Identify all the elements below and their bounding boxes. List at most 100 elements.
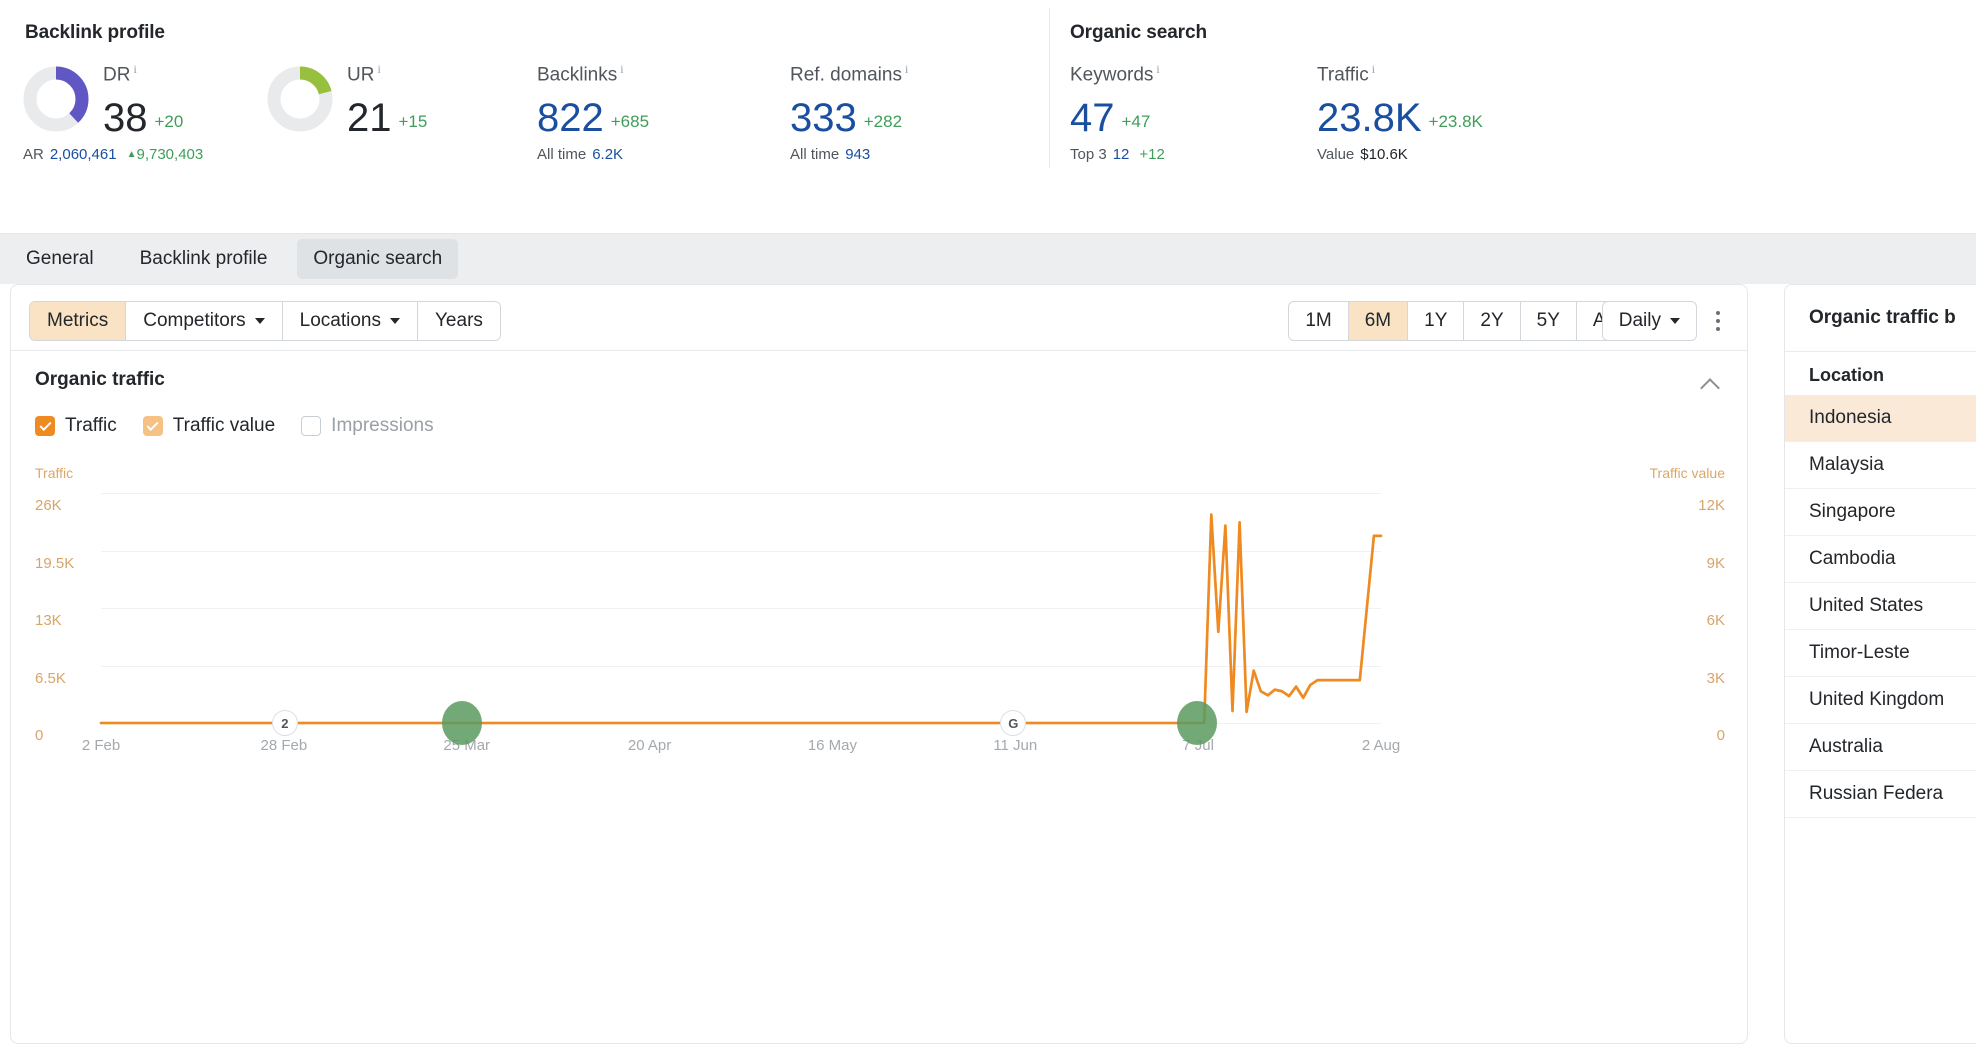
kebab-dot: [1716, 319, 1720, 323]
keywords-top3-row: Top 3 12 +12: [1070, 146, 1165, 163]
metric-keywords-label: Keywords i: [1070, 62, 1160, 86]
toolbar-button-label: Years: [435, 310, 483, 331]
tab-general[interactable]: General: [10, 239, 110, 279]
location-row[interactable]: Timor-Leste: [1785, 630, 1976, 677]
google-update-badge[interactable]: G: [1000, 710, 1027, 736]
chevron-up-icon[interactable]: [1703, 377, 1719, 393]
panel-divider: [1049, 8, 1050, 168]
top3-growth: +12: [1139, 146, 1165, 163]
location-row[interactable]: Russian Federa: [1785, 771, 1976, 818]
ur-donut-chart: [267, 66, 333, 132]
section-tabs-bar: General Backlink profile Organic search: [0, 234, 1976, 284]
refdomains-alltime-label: All time: [790, 146, 840, 163]
checkbox-impressions[interactable]: [301, 416, 322, 436]
metric-ur-delta: +15: [398, 112, 428, 132]
toolbar-button-competitors[interactable]: Competitors: [126, 302, 283, 340]
toolbar-button-label: Competitors: [143, 310, 246, 331]
metric-dr-label: DR i: [103, 62, 137, 86]
metric-traffic-value-row: 23.8K +23.8K: [1317, 98, 1483, 138]
location-row[interactable]: Cambodia: [1785, 536, 1976, 583]
chart-header: Organic traffic: [11, 351, 1747, 411]
location-label: Australia: [1809, 736, 1883, 757]
top3-value[interactable]: 12: [1113, 146, 1130, 163]
location-label: Cambodia: [1809, 548, 1896, 569]
serp-feature-dot[interactable]: [1177, 701, 1218, 745]
metric-ur-value-row: 21 +15: [347, 98, 427, 138]
serp-feature-dot[interactable]: [441, 701, 482, 745]
location-row[interactable]: Indonesia: [1785, 395, 1976, 442]
info-icon[interactable]: i: [905, 62, 908, 77]
location-row[interactable]: Malaysia: [1785, 442, 1976, 489]
location-row[interactable]: Australia: [1785, 724, 1976, 771]
metric-traffic-label: Traffic i: [1317, 62, 1376, 86]
granularity-select[interactable]: Daily: [1601, 301, 1697, 341]
info-icon[interactable]: i: [620, 62, 623, 77]
ar-value[interactable]: 2,060,461: [50, 146, 117, 163]
checkbox-traffic[interactable]: [35, 416, 55, 436]
location-list: Indonesia Malaysia Singapore Cambodia United…: [1785, 395, 1976, 818]
location-label: United Kingdom: [1809, 689, 1945, 710]
metric-traffic-value[interactable]: 23.8K: [1317, 96, 1422, 140]
metric-dr-value: 38: [103, 96, 148, 141]
metric-ur: UR i 21 +15: [347, 62, 427, 138]
range-button-2y[interactable]: 2Y: [1464, 302, 1521, 340]
backlink-profile-title: Backlink profile: [25, 22, 165, 43]
check-icon: [38, 418, 52, 431]
x-tick-2-feb: 2 Feb: [81, 737, 121, 754]
location-label: Malaysia: [1809, 454, 1884, 475]
toolbar-button-label: Metrics: [47, 310, 109, 331]
metric-keywords-value-row: 47 +47: [1070, 98, 1160, 138]
info-icon[interactable]: i: [1156, 62, 1159, 77]
kebab-dot: [1716, 327, 1720, 331]
metric-ref-domains-value-row: 333 +282: [790, 98, 908, 138]
section-tabs: General Backlink profile Organic search: [10, 234, 472, 284]
toolbar-button-years[interactable]: Years: [418, 302, 500, 340]
checkbox-traffic-value[interactable]: [142, 416, 163, 436]
traffic-value-row: Value $10.6K: [1317, 146, 1408, 163]
metric-dr-delta: +20: [154, 112, 184, 132]
x-tick-11-jun: 11 Jun: [993, 737, 1038, 754]
metric-keywords-value[interactable]: 47: [1070, 96, 1115, 140]
refdomains-alltime-row: All time 943: [790, 146, 870, 163]
legend-item-impressions[interactable]: Impressions: [301, 415, 434, 437]
info-icon[interactable]: i: [133, 62, 136, 77]
metric-dr: DR i 38 +20: [103, 62, 183, 138]
chart-title: Organic traffic: [35, 369, 165, 390]
metric-backlinks-value[interactable]: 822: [537, 96, 604, 140]
backlinks-alltime-label: All time: [537, 146, 587, 163]
chevron-down-icon: [390, 318, 400, 324]
location-row[interactable]: United States: [1785, 583, 1976, 630]
range-button-1m[interactable]: 1M: [1289, 302, 1349, 340]
range-button-5y[interactable]: 5Y: [1521, 302, 1577, 340]
top3-label: Top 3: [1070, 146, 1107, 163]
kebab-dot: [1716, 311, 1720, 315]
info-icon[interactable]: i: [1372, 62, 1375, 77]
metric-ur-value: 21: [347, 96, 392, 141]
metric-dr-value-row: 38 +20: [103, 98, 183, 138]
range-button-6m[interactable]: 6M: [1348, 302, 1409, 340]
metric-ref-domains-value[interactable]: 333: [790, 96, 857, 140]
tab-backlink-profile[interactable]: Backlink profile: [124, 239, 284, 279]
legend-item-traffic-value[interactable]: Traffic value: [142, 415, 275, 437]
organic-traffic-card: Metrics Competitors Locations Years 1M 6M 1Y 2…: [10, 284, 1748, 1044]
metric-backlinks-label: Backlinks i: [537, 62, 624, 86]
tab-organic-search[interactable]: Organic search: [297, 239, 459, 279]
event-badge-2[interactable]: 2: [271, 710, 298, 736]
metric-traffic: Traffic i 23.8K +23.8K: [1317, 62, 1483, 138]
toolbar-button-metrics[interactable]: Metrics: [30, 302, 127, 340]
check-icon: [146, 418, 159, 431]
legend-item-traffic[interactable]: Traffic: [35, 415, 117, 437]
location-row[interactable]: Singapore: [1785, 489, 1976, 536]
location-row[interactable]: United Kingdom: [1785, 677, 1976, 724]
more-options-button[interactable]: [1707, 307, 1729, 335]
range-button-1y[interactable]: 1Y: [1408, 302, 1465, 340]
metric-ref-domains-label: Ref. domains i: [790, 62, 909, 86]
backlinks-alltime-value[interactable]: 6.2K: [592, 146, 623, 163]
toolbar-button-locations[interactable]: Locations: [282, 302, 418, 340]
location-column-header: Location: [1809, 365, 1884, 385]
series-line-traffic: [99, 513, 1383, 725]
refdomains-alltime-value[interactable]: 943: [845, 146, 870, 163]
metric-backlinks: Backlinks i 822 +685: [537, 62, 649, 138]
location-label: Timor-Leste: [1809, 642, 1910, 663]
info-icon[interactable]: i: [377, 62, 380, 77]
